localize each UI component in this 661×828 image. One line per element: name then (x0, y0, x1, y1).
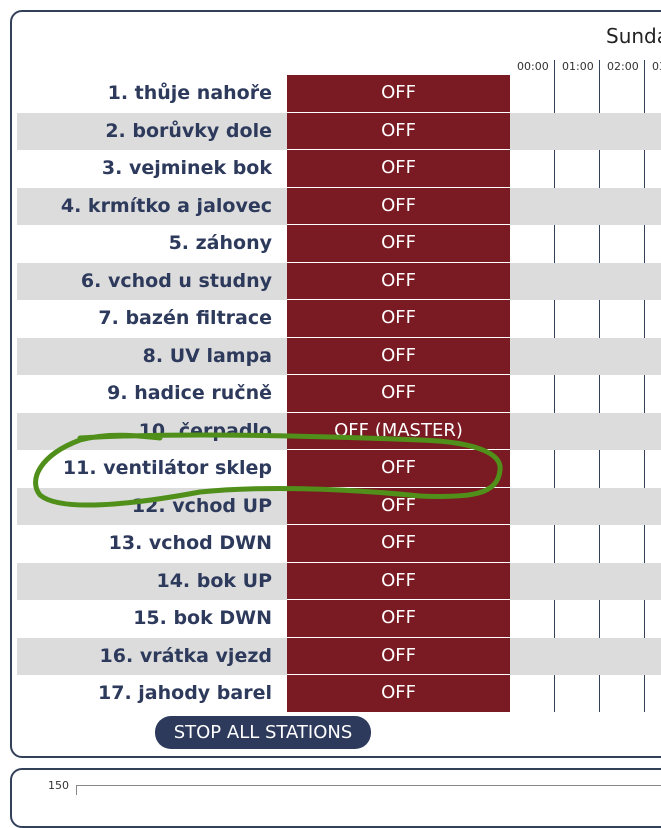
station-row: 5. záhony OFF (17, 225, 661, 263)
station-row: 12. vchod UP OFF (17, 487, 661, 525)
station-status-button[interactable]: OFF (287, 675, 510, 713)
station-status-button[interactable]: OFF (287, 525, 510, 563)
station-status-button[interactable]: OFF (287, 112, 510, 150)
chart-y-axis (76, 785, 77, 795)
hour-label: 00:00 (517, 60, 549, 73)
station-status-button[interactable]: OFF (287, 600, 510, 638)
station-row: 7. bazén filtrace OFF (17, 300, 661, 338)
station-status-button[interactable]: OFF (287, 487, 510, 525)
schedule-day-label: Sunda (606, 24, 661, 48)
chart-panel (10, 768, 661, 828)
station-name: 15. bok DWN (133, 607, 272, 629)
station-row: 16. vrátka vjezd OFF (17, 637, 661, 675)
station-row: 1. thůje nahoře OFF (17, 75, 661, 113)
station-row: 10. čerpadlo OFF (MASTER) (17, 412, 661, 450)
hour-label: 03:00 (652, 60, 661, 73)
station-status-button[interactable]: OFF (287, 562, 510, 600)
station-status-button[interactable]: OFF (287, 75, 510, 113)
station-name: 1. thůje nahoře (107, 82, 272, 104)
station-row: 11. ventilátor sklep OFF (17, 450, 661, 488)
hour-label: 01:00 (562, 60, 594, 73)
station-name: 3. vejminek bok (101, 157, 272, 179)
station-status-button[interactable]: OFF (287, 375, 510, 413)
station-name: 14. bok UP (156, 569, 272, 592)
chart-x-axis (76, 785, 661, 786)
station-status-button[interactable]: OFF (287, 637, 510, 675)
station-row: 17. jahody barel OFF (17, 675, 661, 713)
station-name: 8. UV lampa (142, 344, 272, 367)
station-name: 2. borůvky dole (105, 119, 272, 142)
station-name: 17. jahody barel (98, 682, 272, 704)
station-row: 13. vchod DWN OFF (17, 525, 661, 563)
station-status-button[interactable]: OFF (287, 300, 510, 338)
station-status-button[interactable]: OFF (287, 225, 510, 263)
station-name: 16. vrátka vjezd (99, 644, 272, 667)
station-status-button[interactable]: OFF (287, 262, 510, 300)
station-row: 3. vejminek bok OFF (17, 150, 661, 188)
chart-y-tick: 150 (48, 779, 69, 792)
station-row: 8. UV lampa OFF (17, 337, 661, 375)
station-status-button[interactable]: OFF (287, 337, 510, 375)
station-name: 4. krmítko a jalovec (60, 194, 272, 217)
station-name: 13. vchod DWN (108, 532, 272, 554)
station-name: 5. záhony (168, 232, 272, 254)
station-name: 10. čerpadlo (138, 419, 272, 442)
stop-all-stations-button[interactable]: STOP ALL STATIONS (155, 716, 371, 749)
station-status-button[interactable]: OFF (MASTER) (287, 412, 510, 450)
station-name: 12. vchod UP (131, 494, 272, 517)
station-row: 14. bok UP OFF (17, 562, 661, 600)
station-status-button[interactable]: OFF (287, 150, 510, 188)
hour-label: 02:00 (607, 60, 639, 73)
station-row: 6. vchod u studny OFF (17, 262, 661, 300)
station-name: 11. ventilátor sklep (62, 457, 272, 479)
station-name: 9. hadice ručně (107, 382, 272, 404)
station-name: 7. bazén filtrace (98, 307, 272, 329)
station-name: 6. vchod u studny (80, 269, 272, 292)
station-row: 2. borůvky dole OFF (17, 112, 661, 150)
station-row: 4. krmítko a jalovec OFF (17, 187, 661, 225)
station-status-button[interactable]: OFF (287, 187, 510, 225)
station-row: 9. hadice ručně OFF (17, 375, 661, 413)
station-status-button[interactable]: OFF (287, 450, 510, 488)
station-row: 15. bok DWN OFF (17, 600, 661, 638)
